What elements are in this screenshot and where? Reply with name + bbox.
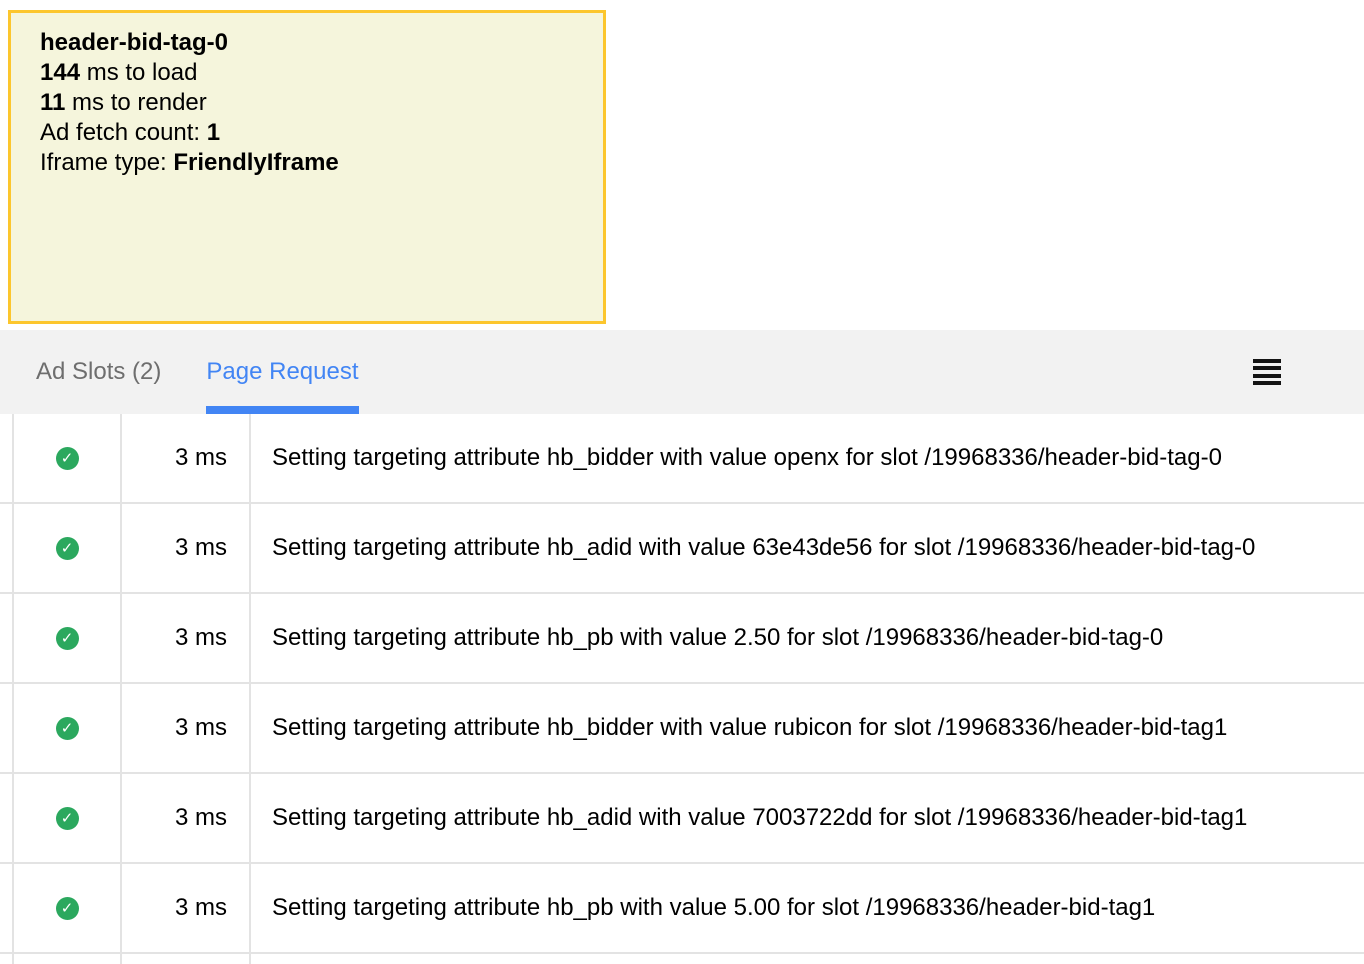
slot-name: header-bid-tag-0 [40,28,583,58]
success-check-icon: ✓ [56,717,79,740]
success-check-icon: ✓ [56,447,79,470]
log-row: ✓ 3 ms Setting targeting attribute hb_ad… [0,774,1364,864]
log-status-cell: ✓ [12,864,122,952]
log-row: ✓ 3 ms Setting targeting attribute hb_ad… [0,504,1364,594]
active-tab-indicator [206,406,358,414]
success-check-icon: ✓ [56,807,79,830]
log-status-cell: ✓ [12,684,122,772]
log-time: 3 ms [122,594,251,682]
log-row: ✓ 3 ms Setting targeting attribute hb_bi… [0,684,1364,774]
console-menu-icon[interactable] [1253,359,1281,385]
tab-page-request-label: Page Request [206,358,358,386]
menu-bar [1253,366,1281,370]
tab-ad-slots-label: Ad Slots (2) [36,358,161,386]
log-time [122,954,251,964]
log-message [251,954,1364,964]
log-message: Setting targeting attribute hb_bidder wi… [251,684,1364,772]
tab-ad-slots[interactable]: Ad Slots (2) [36,330,161,414]
slot-render-time: 11 ms to render [40,88,583,118]
log-time: 3 ms [122,864,251,952]
slot-load-time: 144 ms to load [40,58,583,88]
tab-page-request[interactable]: Page Request [206,330,358,414]
success-check-icon: ✓ [56,897,79,920]
console-tab-bar: Ad Slots (2) Page Request [0,330,1364,414]
log-status-cell [12,954,122,964]
success-check-icon: ✓ [56,627,79,650]
log-message: Setting targeting attribute hb_adid with… [251,774,1364,862]
log-row: ✓ 3 ms Setting targeting attribute hb_bi… [0,414,1364,504]
log-message: Setting targeting attribute hb_bidder wi… [251,414,1364,502]
log-status-cell: ✓ [12,594,122,682]
page-request-log: ✓ 3 ms Setting targeting attribute hb_bi… [0,414,1364,964]
console-top-area: header-bid-tag-0 144 ms to load 11 ms to… [0,0,1364,330]
log-time: 3 ms [122,414,251,502]
log-message: Setting targeting attribute hb_adid with… [251,504,1364,592]
slot-info-panel: header-bid-tag-0 144 ms to load 11 ms to… [8,10,606,324]
log-status-cell: ✓ [12,504,122,592]
menu-bar [1253,374,1281,378]
log-message: Setting targeting attribute hb_pb with v… [251,594,1364,682]
log-status-cell: ✓ [12,414,122,502]
success-check-icon: ✓ [56,537,79,560]
slot-fetch-count: Ad fetch count: 1 [40,118,583,148]
log-time: 3 ms [122,684,251,772]
log-row: ✓ 3 ms Setting targeting attribute hb_pb… [0,594,1364,684]
log-message: Setting targeting attribute hb_pb with v… [251,864,1364,952]
log-row-partial [0,954,1364,964]
slot-iframe-type: Iframe type: FriendlyIframe [40,148,583,178]
log-row: ✓ 3 ms Setting targeting attribute hb_pb… [0,864,1364,954]
log-time: 3 ms [122,504,251,592]
menu-bar [1253,381,1281,385]
log-time: 3 ms [122,774,251,862]
menu-bar [1253,359,1281,363]
log-status-cell: ✓ [12,774,122,862]
